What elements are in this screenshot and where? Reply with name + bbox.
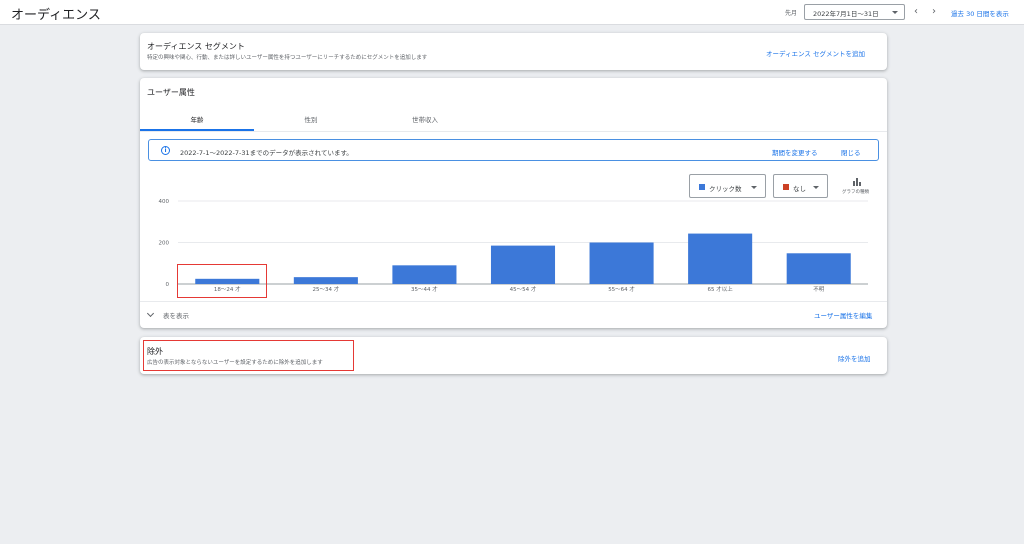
- x-tick-label: 65 才以上: [708, 285, 734, 293]
- bar: [490, 245, 556, 284]
- bar: [688, 233, 753, 284]
- x-tick-label: 不明: [813, 286, 825, 293]
- y-tick-label: 0: [166, 282, 170, 288]
- y-tick-label: 400: [159, 199, 170, 205]
- dropdown-caret-icon: [751, 186, 757, 189]
- info-icon: i: [161, 146, 170, 155]
- audience-segment-card: オーディエンス セグメント 特定の興味や関心、行動、または詳しいユーザー属性を持…: [140, 33, 887, 70]
- top-bar: オーディエンス 先月 2022年7月1日〜31日 ‹ › 過去 30 日間を表示: [0, 0, 1024, 25]
- bar: [392, 265, 457, 284]
- segment-subtitle: 特定の興味や関心、行動、または詳しいユーザー属性を持つユーザーにリーチするために…: [147, 55, 428, 61]
- add-exclusion-link[interactable]: 除外を追加: [838, 353, 871, 363]
- x-tick-label: 45〜54 才: [510, 285, 537, 293]
- metric-swatch: [699, 184, 705, 190]
- date-range-select[interactable]: 2022年7月1日〜31日: [804, 4, 905, 20]
- dropdown-caret-icon: [813, 186, 819, 189]
- last-30-days-link[interactable]: 過去 30 日間を表示: [951, 8, 1009, 18]
- dropdown-caret-icon: [892, 11, 898, 14]
- segment-title: オーディエンス セグメント: [147, 42, 245, 51]
- change-period-link[interactable]: 期間を変更する: [772, 147, 818, 157]
- x-tick-label: 25〜34 才: [312, 285, 339, 293]
- date-range-value: 2022年7月1日〜31日: [813, 10, 879, 18]
- bar: [589, 242, 654, 284]
- metric-swatch: [783, 184, 789, 190]
- show-table-toggle[interactable]: 表を表示: [146, 309, 189, 320]
- period-label: 先月: [785, 10, 798, 17]
- bar: [293, 277, 358, 284]
- attributes-title: ユーザー属性: [147, 88, 195, 97]
- metric-label: なし: [793, 185, 806, 193]
- y-tick-label: 200: [159, 241, 170, 247]
- tabs-divider: [140, 131, 887, 132]
- page-title: オーディエンス: [11, 8, 101, 23]
- info-banner: i 2022-7-1〜2022-7-31までのデータが表示されています。 期間を…: [148, 139, 879, 161]
- bar-chart-icon[interactable]: [853, 178, 861, 186]
- tab-household-income[interactable]: 世帯収入: [368, 114, 482, 131]
- show-table-label: 表を表示: [163, 312, 189, 320]
- chevron-left-icon[interactable]: ‹: [910, 5, 922, 19]
- highlight-box-exclusion: [143, 340, 354, 371]
- tab-gender[interactable]: 性別: [254, 114, 368, 131]
- x-tick-label: 55〜64 才: [608, 285, 635, 293]
- chevron-right-icon[interactable]: ›: [928, 5, 940, 19]
- edit-attributes-link[interactable]: ユーザー属性を編集: [814, 310, 872, 320]
- metric-label: クリック数: [709, 185, 742, 193]
- chevron-down-icon: [146, 309, 155, 318]
- x-tick-label: 35〜44 才: [411, 285, 438, 293]
- banner-text: 2022-7-1〜2022-7-31までのデータが表示されています。: [180, 149, 353, 157]
- highlight-box-age-18-24: [177, 264, 267, 298]
- footer-divider: [140, 301, 887, 302]
- add-segment-link[interactable]: オーディエンス セグメントを追加: [766, 48, 865, 58]
- close-banner-link[interactable]: 閉じる: [841, 147, 861, 157]
- bar: [786, 253, 851, 284]
